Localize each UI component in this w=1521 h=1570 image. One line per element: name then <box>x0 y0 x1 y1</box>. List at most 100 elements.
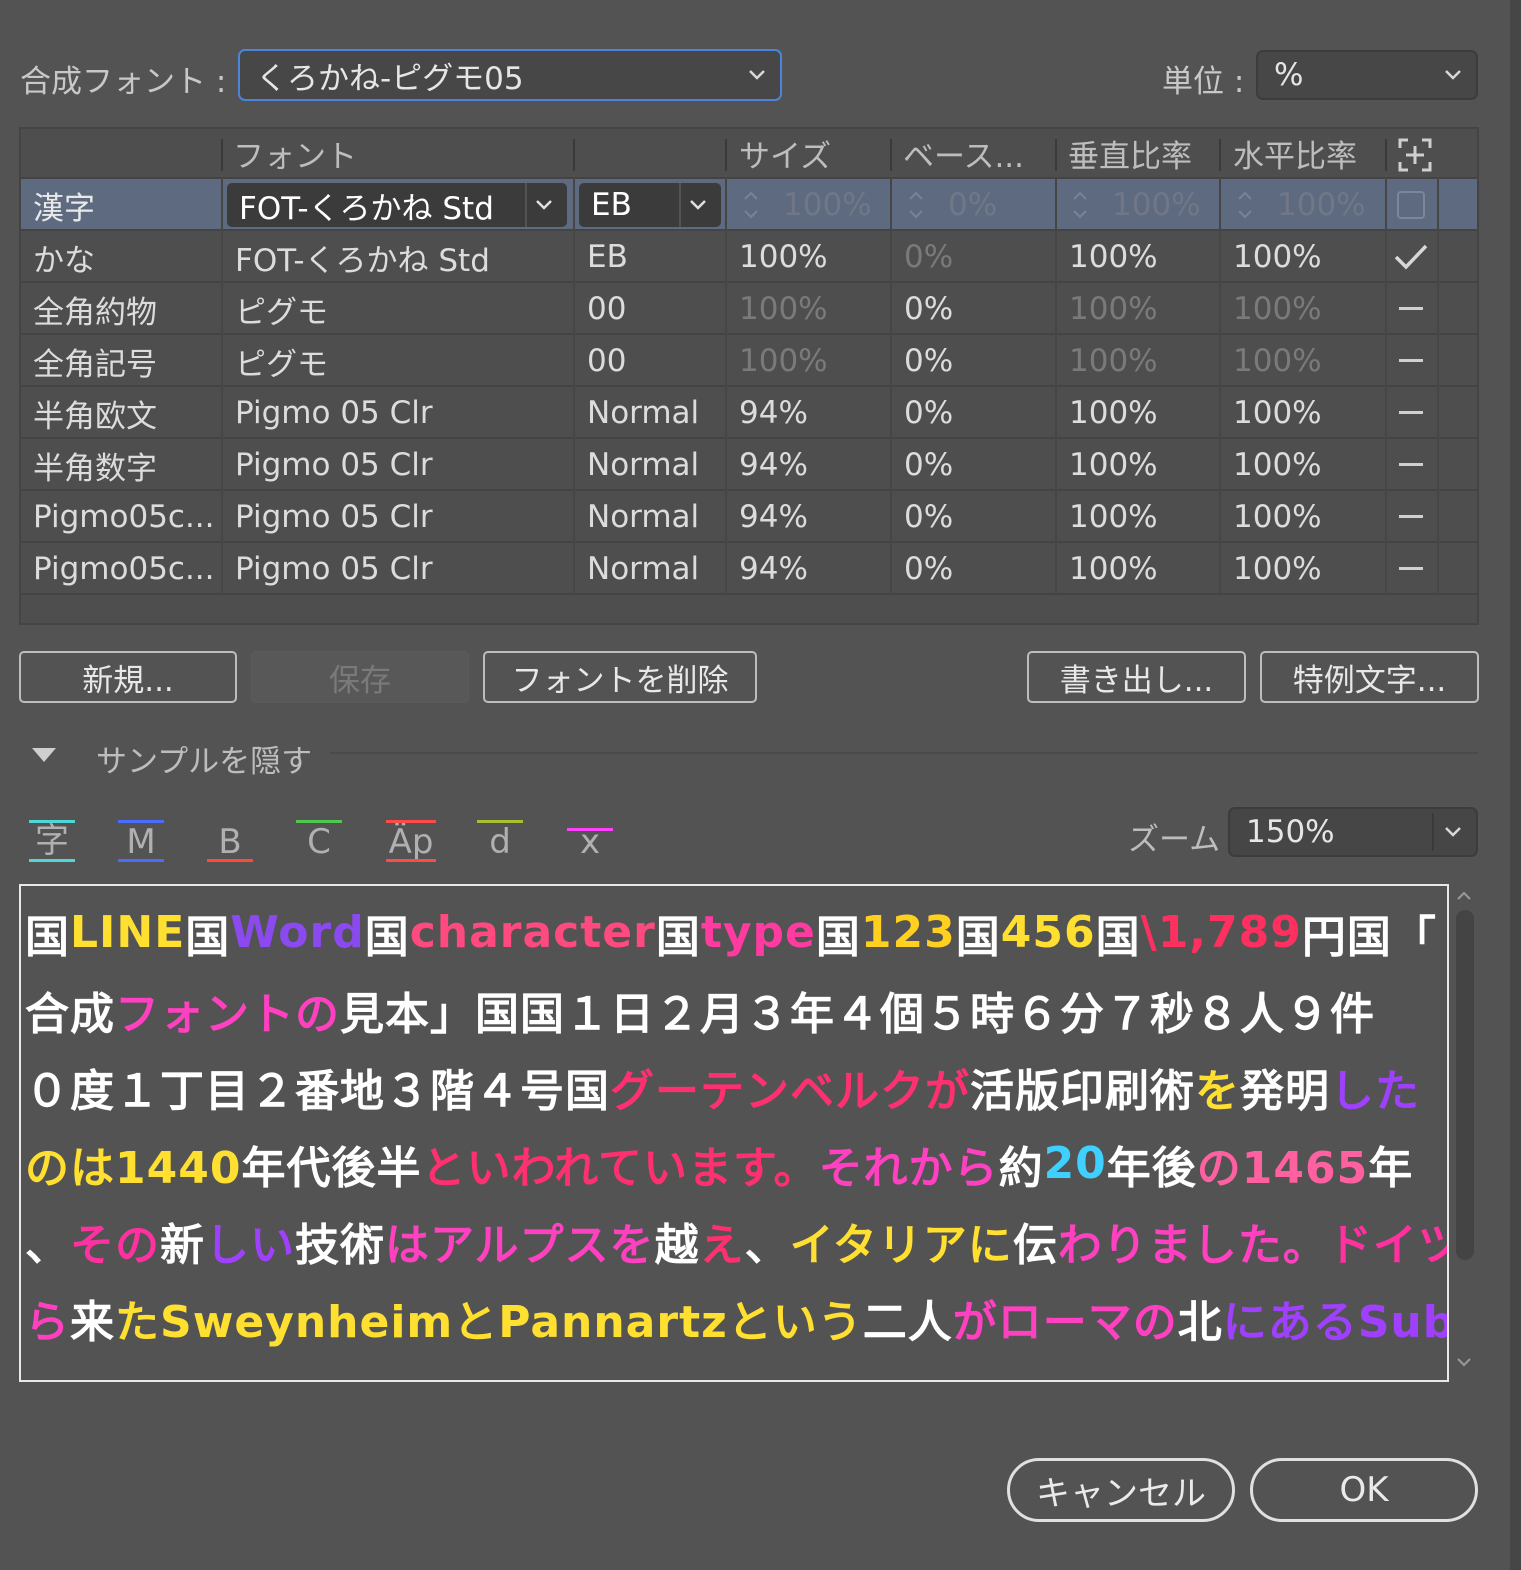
row-class: 漢字 <box>33 190 95 227</box>
align-center-icon[interactable] <box>1397 137 1433 173</box>
table-row[interactable]: 半角欧文 Pigmo 05 Clr Normal 94% 0% 100% 100… <box>21 385 1477 437</box>
row-class: Pigmo05c... <box>33 499 215 535</box>
table-row[interactable]: Pigmo05c... Pigmo 05 Clr Normal 94% 0% 1… <box>21 489 1477 541</box>
sample-segment: LINE <box>70 907 186 958</box>
table-row[interactable]: 漢字 FOT-くろかね Std EB 100% 0% 100% 100% <box>21 177 1477 229</box>
table-row[interactable]: Pigmo05c... Pigmo 05 Clr Normal 94% 0% 1… <box>21 541 1477 593</box>
sample-segment: した <box>1330 1065 1420 1117</box>
table-row[interactable]: 全角記号 ピグモ 00 100% 0% 100% 100% <box>21 333 1477 385</box>
horizontal-scale-stepper[interactable] <box>1235 187 1255 223</box>
row-vertical-scale: 100% <box>1069 291 1158 327</box>
save-button[interactable]: 保存 <box>251 651 469 703</box>
zoom-dropdown[interactable]: 150% <box>1228 807 1478 857</box>
row-size: 100% <box>739 343 828 379</box>
sample-segment: といわれています。 <box>421 1142 819 1194</box>
row-baseline: 0% <box>904 447 954 483</box>
unit-dropdown[interactable]: % <box>1256 50 1478 100</box>
row-vertical-scale: 100% <box>1069 447 1158 483</box>
sample-segment: 123 <box>860 907 956 958</box>
scroll-down-icon[interactable] <box>1454 1356 1474 1370</box>
table-header: フォント サイズ ベース... 垂直比率 水平比率 <box>21 129 1477 177</box>
row-font: Pigmo 05 Clr <box>235 551 433 587</box>
disclosure-triangle-icon[interactable] <box>30 746 58 764</box>
vertical-scale-input[interactable]: 100% <box>1100 179 1220 231</box>
sample-line: ０度１丁目２番地３階４号国 グーテンベルクが 活版印刷術を発明 した <box>25 1048 1447 1125</box>
export-button[interactable]: 書き出し... <box>1027 651 1246 703</box>
ok-button[interactable]: OK <box>1250 1458 1478 1522</box>
dash-icon <box>1399 307 1423 310</box>
vertical-scale-stepper[interactable] <box>1070 187 1090 223</box>
baseline-stepper[interactable] <box>906 187 926 223</box>
row-baseline: 0% <box>904 291 954 327</box>
tool-em-box-icon[interactable]: 字 <box>29 816 75 862</box>
sample-segment: の1465 <box>1196 1142 1369 1194</box>
sample-line: 合成 フォントの 見本」国国１日２月３年４個５時６分７秒８人９件 <box>25 971 1447 1048</box>
horizontal-scale-input[interactable]: 100% <box>1265 179 1385 231</box>
sample-segment: たSweynheimとPannartzという <box>115 1296 863 1348</box>
new-button[interactable]: 新規... <box>19 651 237 703</box>
row-class: 半角欧文 <box>33 398 157 435</box>
tool-x-height-icon[interactable]: x <box>567 816 613 862</box>
sample-segment: 国 <box>25 911 70 963</box>
baseline-input[interactable]: 0% <box>936 179 1056 231</box>
sample-segment: Word <box>230 907 365 958</box>
row-horizontal-scale: 100% <box>1233 499 1322 535</box>
size-input[interactable]: 100% <box>771 179 891 231</box>
cancel-button[interactable]: キャンセル <box>1007 1458 1235 1522</box>
sample-segment: 国 <box>655 911 701 963</box>
delete-font-button[interactable]: フォントを削除 <box>483 651 757 703</box>
dash-icon <box>1399 567 1423 570</box>
tool-label: M <box>126 822 156 862</box>
font-style-dropdown[interactable]: EB <box>579 183 721 227</box>
tool-baseline-icon[interactable]: B <box>207 816 253 862</box>
sample-segment: 二人 <box>862 1296 953 1348</box>
checkmark-icon <box>1394 244 1428 270</box>
sample-segment: 年 <box>1368 1142 1414 1194</box>
tool-label: C <box>307 822 331 862</box>
special-characters-button[interactable]: 特例文字... <box>1260 651 1479 703</box>
row-vertical-scale: 100% <box>1069 395 1158 431</box>
sample-segment: それから <box>818 1142 999 1194</box>
row-style: Normal <box>587 551 700 587</box>
table-row[interactable]: かな FOT-くろかね Std EB 100% 0% 100% 100% <box>21 229 1477 281</box>
unit-label: 単位 : <box>1162 64 1245 100</box>
size-stepper[interactable] <box>741 187 761 223</box>
sample-segment: 国 <box>815 911 861 963</box>
sample-segment: 国 <box>1095 911 1141 963</box>
sample-segment: しい <box>205 1219 295 1271</box>
row-size: 94% <box>739 551 808 587</box>
tool-ascender-descender-icon[interactable]: Äp <box>386 816 436 862</box>
center-checkbox[interactable] <box>1397 191 1425 219</box>
sample-segment: 来 <box>70 1296 115 1348</box>
sample-segment: 円国「 <box>1301 911 1437 963</box>
row-horizontal-scale: 100% <box>1233 551 1322 587</box>
tool-cap-height-icon[interactable]: C <box>296 816 342 862</box>
row-size: 100% <box>739 291 828 327</box>
table-row[interactable]: 全角約物 ピグモ 00 100% 0% 100% 100% <box>21 281 1477 333</box>
composite-font-dropdown[interactable]: くろかね-ピグモ05 <box>238 49 782 101</box>
sample-text: 国 LINE 国 Word 国 character 国 type 国 123 国 456 国 \1,789… <box>25 894 1447 1356</box>
row-baseline: 0% <box>904 551 954 587</box>
sample-segment: 年後 <box>1106 1142 1197 1194</box>
font-family-dropdown[interactable]: FOT-くろかね Std <box>227 183 567 227</box>
sample-segment: 、 <box>25 1219 70 1271</box>
tool-ideographic-face-icon[interactable]: M <box>118 816 164 862</box>
zoom-label: ズーム <box>1128 822 1221 858</box>
sample-segment: 北 <box>1177 1296 1223 1348</box>
sample-segment: 国 <box>364 911 410 963</box>
sample-segment: 見本」国国１日２月３年４個５時６分７秒８人９件 <box>340 988 1375 1040</box>
hide-sample-toggle[interactable]: サンプルを隠す <box>96 736 312 781</box>
unit-value: % <box>1274 57 1304 93</box>
scroll-up-icon[interactable] <box>1454 888 1474 902</box>
font-style-value: EB <box>591 187 632 223</box>
sample-segment: ら <box>25 1296 70 1348</box>
tool-ascender-icon[interactable]: d <box>477 816 523 862</box>
font-family-value: FOT-くろかね Std <box>239 190 494 227</box>
sample-segment: その <box>70 1219 160 1271</box>
row-horizontal-scale: 100% <box>1233 343 1322 379</box>
scrollbar-thumb[interactable] <box>1456 910 1474 1260</box>
chevron-down-icon <box>536 200 552 210</box>
table-row[interactable]: 半角数字 Pigmo 05 Clr Normal 94% 0% 100% 100… <box>21 437 1477 489</box>
col-header-font: フォント <box>233 138 357 175</box>
section-divider <box>330 752 1478 754</box>
